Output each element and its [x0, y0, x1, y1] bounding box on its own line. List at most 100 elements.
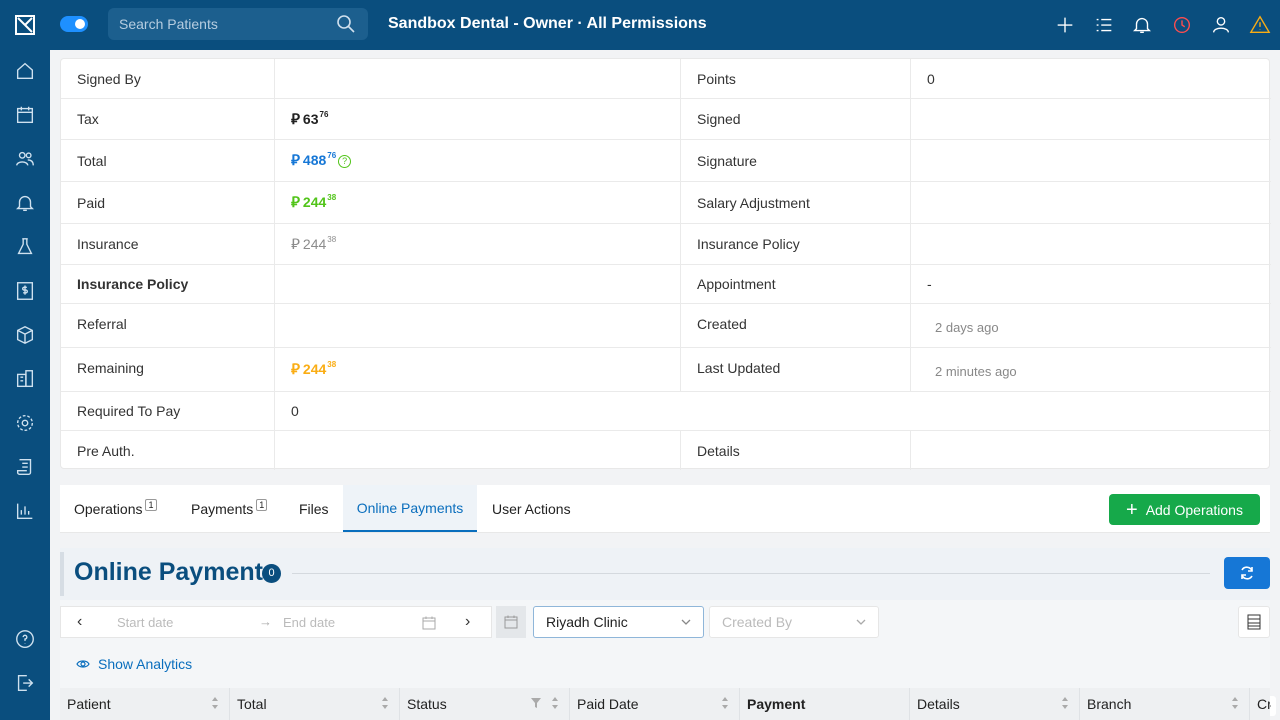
column-header-branch[interactable]: Branch — [1080, 688, 1250, 720]
home-icon[interactable] — [13, 59, 37, 83]
row-label-2: Appointment — [681, 265, 911, 303]
column-header-total[interactable]: Total — [230, 688, 400, 720]
section-accent-bar — [60, 552, 64, 596]
reports-icon[interactable] — [13, 499, 37, 523]
clock-icon[interactable] — [1170, 13, 1194, 37]
date-range-picker: ‹ → › — [60, 606, 492, 638]
prev-date-arrow-icon[interactable]: ‹ — [77, 613, 82, 631]
column-label: Branch — [1087, 696, 1132, 712]
search-input[interactable] — [108, 8, 328, 40]
tab-label: Online Payments — [356, 499, 464, 516]
amount-int: 244 — [302, 194, 327, 210]
row-value-2 — [911, 99, 1271, 139]
detail-row: Insurance ⃁ 244 38 Insurance Policy — [61, 224, 1271, 265]
column-label: Paid Date — [577, 696, 639, 712]
plus-icon[interactable] — [1053, 13, 1077, 37]
clinic-select[interactable]: Riyadh Clinic — [533, 606, 704, 638]
section-divider — [292, 573, 1210, 574]
search-icon[interactable] — [336, 14, 356, 34]
column-header-created[interactable]: Cr — [1250, 688, 1270, 720]
help-icon[interactable] — [13, 627, 37, 651]
riyal-icon: ⃁ — [291, 235, 300, 253]
app-logo-icon[interactable] — [15, 15, 35, 35]
column-header-patient[interactable]: Patient — [60, 688, 230, 720]
row-label: Required To Pay — [61, 392, 275, 430]
column-label: Details — [917, 696, 960, 712]
row-value-2: 0 — [927, 70, 935, 87]
column-header-details[interactable]: Details — [910, 688, 1080, 720]
calendar-icon[interactable] — [13, 103, 37, 127]
start-date-input[interactable] — [117, 611, 247, 633]
table-header: Patient Total Status Paid Date Payment D… — [60, 688, 1270, 720]
end-date-input[interactable] — [283, 611, 413, 633]
amount-int: 244 — [302, 361, 327, 377]
amount-int: 63 — [302, 110, 319, 127]
tab-payments[interactable]: Payments 1 — [191, 485, 268, 532]
search-box — [108, 8, 368, 40]
detail-row: Tax ⃁ 63 76 Signed — [61, 99, 1271, 140]
eye-icon — [76, 660, 90, 668]
user-icon[interactable] — [1209, 13, 1233, 37]
column-label: Cr — [1257, 696, 1270, 712]
row-label: Paid — [61, 182, 275, 223]
tab-online-payments[interactable]: Online Payments — [343, 485, 477, 532]
section-header: Online Payments 0 — [60, 548, 1270, 600]
refresh-button[interactable] — [1224, 557, 1270, 589]
logout-icon[interactable] — [13, 671, 37, 695]
row-label: Signed By — [61, 59, 275, 98]
columns-button[interactable] — [1238, 606, 1270, 638]
column-header-status[interactable]: Status — [400, 688, 570, 720]
sidebar — [0, 0, 50, 720]
row-value — [275, 431, 681, 470]
help-circle-icon[interactable]: ? — [338, 154, 352, 168]
sort-icon — [722, 697, 728, 709]
row-value — [275, 59, 681, 98]
button-label: Add Operations — [1145, 501, 1243, 518]
plus-icon: + — [1126, 498, 1138, 521]
row-value: ⃁ 488 76 ? — [275, 140, 681, 181]
link-label: Show Analytics — [98, 656, 193, 672]
finance-icon[interactable] — [13, 279, 37, 303]
buildings-icon[interactable] — [13, 367, 37, 391]
row-label: Tax — [61, 99, 275, 139]
scroll-icon[interactable] — [13, 455, 37, 479]
tab-user-actions[interactable]: User Actions — [492, 485, 571, 532]
lab-icon[interactable] — [13, 235, 37, 259]
amount-dec: 38 — [327, 193, 337, 202]
show-analytics-link[interactable]: Show Analytics — [76, 656, 192, 672]
filter-icon[interactable] — [531, 698, 541, 708]
riyal-icon: ⃁ — [291, 361, 300, 378]
remaining-amount: ⃁ 244 38 — [291, 360, 336, 379]
tab-operations[interactable]: Operations 1 — [74, 485, 157, 532]
detail-row: Referral Created 2 days ago — [61, 304, 1271, 348]
row-label: Remaining — [61, 348, 275, 391]
inventory-icon[interactable] — [13, 323, 37, 347]
main-content: Signed By Points 0 Tax ⃁ 63 76 Signed Tota… — [50, 50, 1280, 720]
column-header-payment[interactable]: Payment — [740, 688, 910, 720]
list-icon[interactable] — [1092, 13, 1116, 37]
settings-icon[interactable] — [13, 411, 37, 435]
column-label: Patient — [67, 696, 111, 712]
tab-files[interactable]: Files — [299, 485, 329, 532]
created-by-select[interactable]: Created By — [709, 606, 879, 638]
row-value-2 — [911, 140, 1271, 181]
row-value: 0 — [291, 403, 299, 419]
column-header-paid-date[interactable]: Paid Date — [570, 688, 740, 720]
insurance-amount: ⃁ 244 38 — [291, 235, 336, 254]
next-date-arrow-icon[interactable]: › — [465, 613, 470, 631]
paid-amount: ⃁ 244 38 — [291, 193, 336, 212]
bell-icon[interactable] — [1130, 13, 1154, 37]
row-label: Insurance — [61, 224, 275, 264]
patients-icon[interactable] — [13, 147, 37, 171]
warning-icon[interactable] — [1248, 13, 1272, 37]
filters-bar: ‹ → › Riyadh Clinic Created By — [60, 606, 1270, 638]
sort-icon — [1062, 697, 1068, 709]
row-value-2: - — [927, 276, 932, 292]
amount-dec: 76 — [327, 151, 337, 160]
calendar-toggle[interactable] — [496, 606, 526, 638]
add-operations-button[interactable]: + Add Operations — [1109, 494, 1260, 525]
notifications-icon[interactable] — [13, 191, 37, 215]
calendar-icon[interactable] — [422, 616, 436, 630]
mode-toggle[interactable] — [60, 16, 88, 32]
column-label: Total — [237, 696, 267, 712]
